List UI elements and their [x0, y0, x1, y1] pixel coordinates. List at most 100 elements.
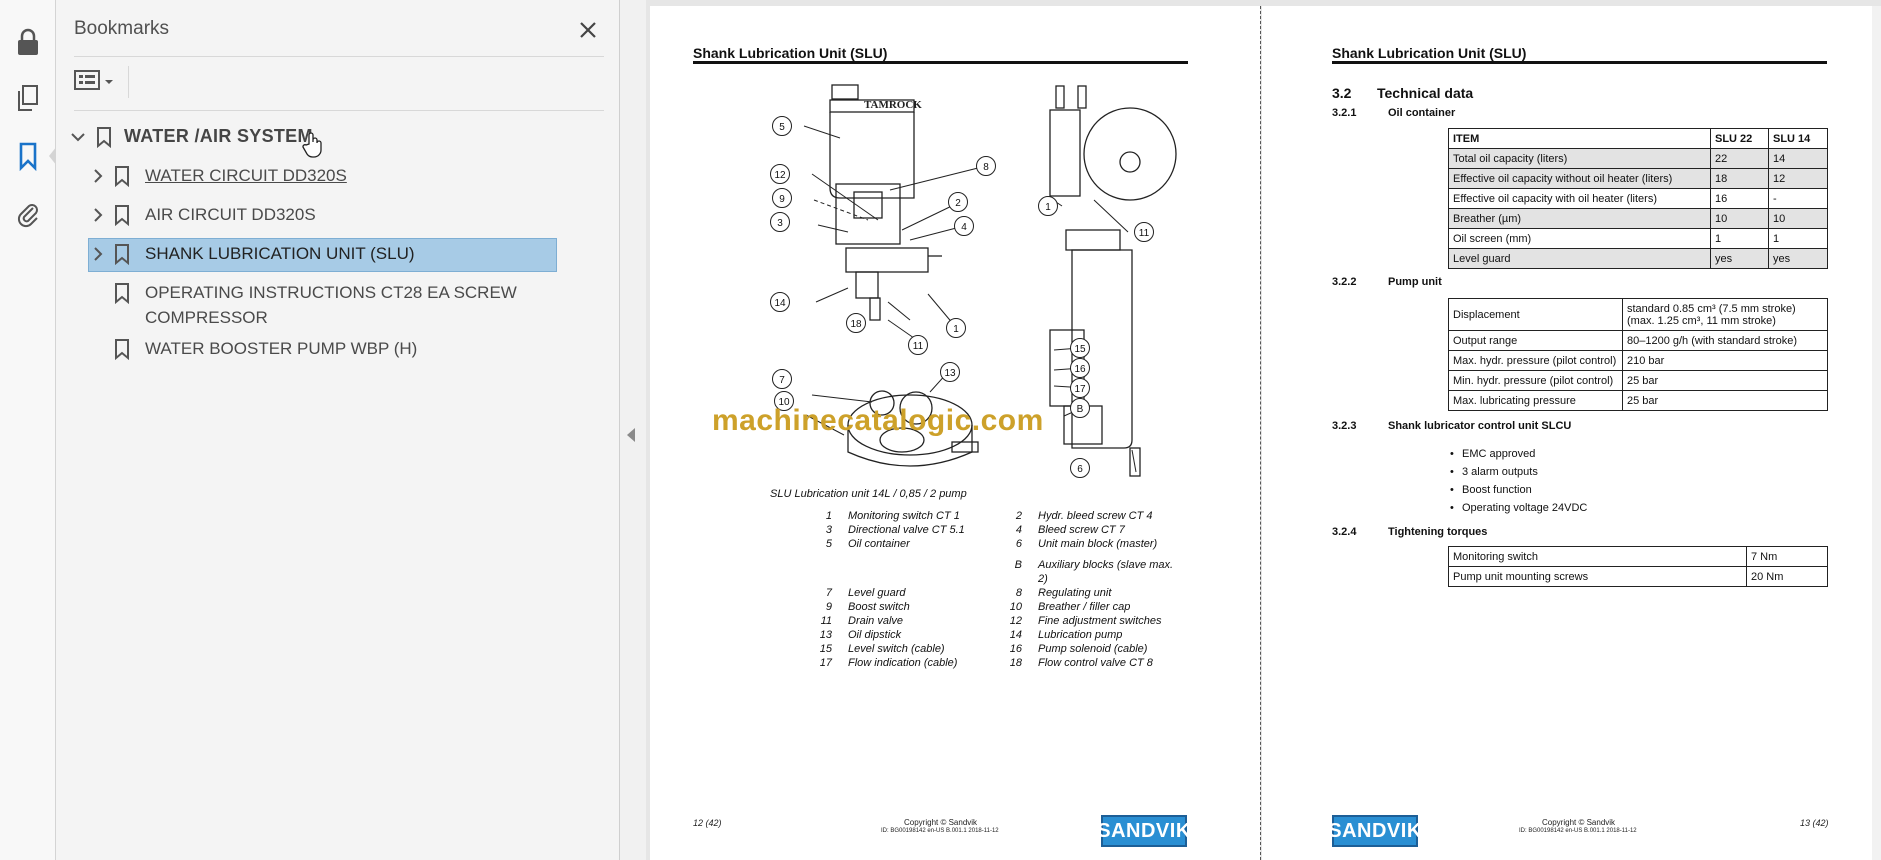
table-cell-line: standard 0.85 cm³ (7.5 mm stroke) — [1627, 302, 1796, 315]
section-number: 3.2 — [1332, 85, 1352, 101]
legend-text: Directional valve CT 5.1 — [848, 524, 965, 536]
legend-number: 15 — [819, 643, 832, 655]
callout-label: 12 — [774, 170, 786, 181]
callout-label: 11 — [1139, 228, 1150, 239]
chevron-right-icon[interactable] — [89, 206, 107, 224]
table-cell: yes — [1710, 248, 1769, 269]
page-number: 12 (42) — [693, 818, 722, 828]
chevron-right-icon[interactable] — [89, 245, 107, 263]
pages-icon[interactable] — [8, 78, 48, 118]
bookmark-label[interactable]: AIR CIRCUIT DD320S — [145, 202, 316, 227]
legend-text: Hydr. bleed screw CT 4 — [1038, 510, 1153, 522]
subsection-number: 3.2.1 — [1332, 107, 1357, 119]
bookmark-label[interactable]: COMPRESSOR — [145, 305, 268, 330]
chevron-right-icon[interactable] — [89, 167, 107, 185]
legend-text: Flow control valve CT 8 — [1038, 657, 1153, 669]
doc-id: ID: BG00198142 en-US B.001.1 2018-11-12 — [1519, 828, 1637, 834]
table-cell: 10 — [1710, 208, 1769, 229]
bookmark-label[interactable]: SHANK LUBRICATION UNIT (SLU) — [145, 241, 415, 266]
callout-label: 4 — [961, 222, 967, 233]
table-cell: Max. lubricating pressure — [1448, 390, 1623, 411]
legend-text: Oil dipstick — [848, 629, 902, 641]
table-header-cell: SLU 14 — [1768, 128, 1828, 149]
divider — [128, 66, 129, 98]
copyright: Copyright © Sandvik — [1542, 818, 1616, 827]
table-cell: Pump unit mounting screws — [1448, 566, 1747, 587]
table-cell-line: (max. 1.25 cm³, 11 mm stroke) — [1627, 314, 1776, 327]
table-cell: Oil screen (mm) — [1448, 228, 1711, 249]
pump-unit-table: Displacement standard 0.85 cm³ (7.5 mm s… — [1448, 298, 1828, 411]
table-cell: Output range — [1448, 330, 1623, 351]
legend-text: Drain valve — [848, 615, 904, 627]
legend-text: Flow indication (cable) — [848, 657, 958, 669]
oil-container-table: ITEM SLU 22 SLU 14 Total oil capacity (l… — [1448, 128, 1828, 269]
legend-number: 9 — [825, 601, 832, 613]
legend-number: 10 — [1009, 601, 1022, 613]
vertical-scrollbar[interactable] — [1872, 6, 1881, 860]
bookmark-flag-icon — [114, 243, 132, 266]
bookmark-flag-icon — [114, 165, 132, 188]
table-row: Breather (µm) 10 10 — [1448, 208, 1828, 229]
subsection-number: 3.2.3 — [1332, 420, 1357, 432]
legend-text: Level switch (cable) — [848, 643, 945, 655]
page-number: 13 (42) — [1800, 818, 1829, 828]
collapse-panel-icon[interactable] — [627, 428, 635, 442]
legend-text: 2) — [1038, 573, 1048, 585]
legend-text: Fine adjustment switches — [1038, 615, 1162, 627]
bookmark-label[interactable]: WATER CIRCUIT DD320S — [145, 163, 347, 188]
bookmark-label[interactable]: OPERATING INSTRUCTIONS CT28 EA SCREW — [145, 280, 517, 305]
table-cell: standard 0.85 cm³ (7.5 mm stroke) (max. 1… — [1622, 298, 1828, 331]
callout-label: 18 — [850, 319, 862, 330]
callout-label: 3 — [777, 218, 783, 229]
table-cell: 14 — [1768, 148, 1828, 169]
legend-number: 7 — [825, 587, 832, 599]
chevron-down-icon[interactable] — [69, 128, 87, 146]
callout-label: 7 — [779, 375, 785, 386]
subsection-title: Tightening torques — [1388, 526, 1488, 538]
page-header: Shank Lubrication Unit (SLU) — [693, 45, 888, 61]
watermark: machinecatalogic.com — [712, 404, 1044, 437]
lock-icon[interactable] — [8, 22, 48, 62]
bookmark-icon[interactable] — [8, 136, 57, 176]
table-cell: 20 Nm — [1746, 566, 1828, 587]
legend-text: Breather / filler cap — [1038, 601, 1131, 613]
page-divider — [1260, 6, 1261, 860]
legend-number: 13 — [819, 629, 832, 641]
bookmark-options-button[interactable] — [74, 68, 122, 96]
bookmark-flag-icon — [114, 282, 132, 305]
divider — [74, 56, 604, 57]
sandvik-logo: SANDVIK — [1097, 815, 1190, 847]
table-row: Total oil capacity (liters) 22 14 — [1448, 148, 1828, 169]
bookmark-label[interactable]: WATER /AIR SYSTEM — [124, 124, 313, 149]
legend-number: 8 — [1015, 587, 1022, 599]
list-item: 3 alarm outputs — [1450, 466, 1587, 484]
table-header-cell: ITEM — [1448, 128, 1711, 149]
bookmark-flag-icon — [114, 338, 132, 361]
table-cell: Effective oil capacity without oil heate… — [1448, 168, 1711, 189]
legend-text: Level guard — [848, 587, 906, 599]
callout-label: 16 — [1074, 364, 1086, 375]
callout-label: 15 — [1074, 344, 1086, 355]
legend-number: 2 — [1015, 510, 1022, 522]
figure-brand: TAMROCK — [864, 99, 922, 111]
close-icon[interactable] — [574, 16, 602, 44]
table-cell: 210 bar — [1622, 350, 1828, 371]
page-header: Shank Lubrication Unit (SLU) — [1332, 45, 1527, 61]
table-cell: Monitoring switch — [1448, 546, 1747, 567]
bookmark-label[interactable]: WATER BOOSTER PUMP WBP (H) — [145, 336, 417, 361]
table-row: Max. hydr. pressure (pilot control) 210 b… — [1448, 350, 1828, 371]
callout-label: 1 — [953, 324, 959, 335]
tool-rail — [0, 0, 57, 860]
callout-label: 17 — [1074, 384, 1086, 395]
legend-number: 12 — [1009, 615, 1022, 627]
attachment-icon[interactable] — [8, 194, 48, 234]
legend-text: Pump solenoid (cable) — [1038, 643, 1148, 655]
table-row: Monitoring switch 7 Nm — [1448, 546, 1828, 567]
table-cell: Level guard — [1448, 248, 1711, 269]
legend-text: Bleed screw CT 7 — [1038, 524, 1125, 536]
list-item: Operating voltage 24VDC — [1450, 502, 1587, 520]
table-cell: 25 bar — [1622, 370, 1828, 391]
table-cell: - — [1768, 188, 1828, 209]
figure-legend: 1 Monitoring switch CT 1 2 Hydr. bleed scre… — [806, 510, 1206, 670]
callout-label: B — [1077, 404, 1084, 415]
